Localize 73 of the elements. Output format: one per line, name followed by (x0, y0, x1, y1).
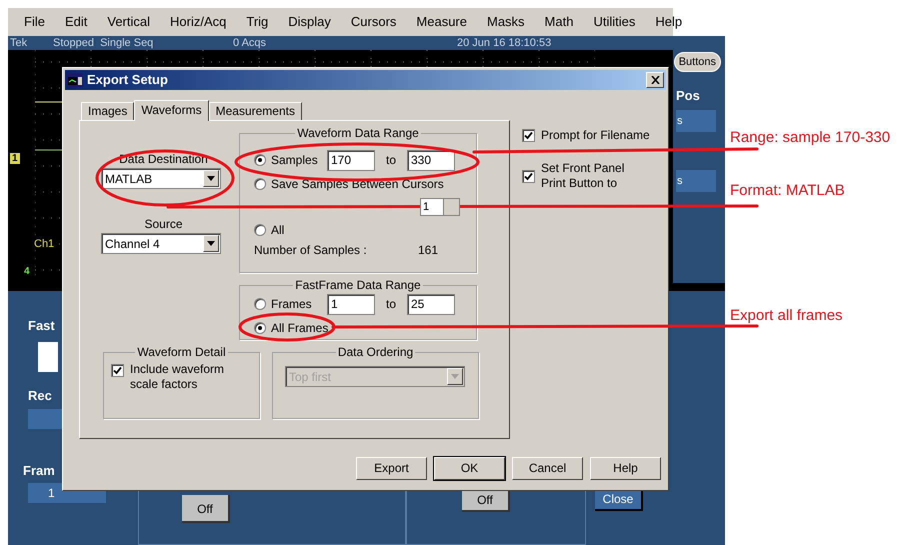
input-field[interactable]: 1 (327, 294, 375, 314)
group-title: FastFrame Data Range (294, 278, 422, 292)
field-label: Number of Samples : (254, 242, 367, 259)
dropdown[interactable]: MATLAB (101, 168, 221, 189)
menu-item[interactable]: Vertical (97, 12, 160, 32)
radio-label: All Frames (271, 320, 328, 336)
menu-item[interactable]: File (14, 12, 55, 32)
checkbox-label: Include waveform scale factors (130, 362, 226, 392)
trigger-marker: 1 (10, 153, 20, 164)
dialog-button[interactable]: Cancel (512, 457, 583, 480)
brand-label: Tek (10, 36, 28, 50)
input-field[interactable]: 170 (327, 150, 375, 170)
value-field[interactable]: s (676, 110, 716, 132)
sample-count: 161 (418, 242, 438, 259)
timestamp: 20 Jun 16 18:10:53 (457, 36, 552, 50)
checkbox[interactable] (111, 364, 124, 377)
menu-item[interactable]: Horiz/Acq (160, 12, 236, 32)
menu-item[interactable]: Masks (476, 12, 535, 32)
group-title: Data Ordering (336, 345, 414, 359)
value-field[interactable]: s (676, 170, 716, 192)
menu-item[interactable]: Edit (54, 12, 98, 32)
input-field[interactable]: 330 (407, 150, 455, 170)
off-button[interactable]: Off (182, 495, 230, 523)
tab[interactable]: Waveforms (134, 100, 209, 121)
radio-label: All (271, 222, 284, 238)
app-icon (67, 73, 83, 87)
panel-heading: Pos (676, 87, 700, 105)
radio-label: Samples (271, 152, 319, 169)
group-title: Waveform Detail (136, 345, 227, 359)
field-label: Source (143, 216, 184, 233)
range-separator: to (384, 152, 397, 169)
input-field[interactable]: 25 (407, 294, 455, 314)
radio-label: Frames (271, 296, 313, 313)
radio-button[interactable] (254, 224, 266, 236)
acquisition-state: Stopped Single Seq (53, 36, 154, 50)
menu-item[interactable]: Math (534, 12, 584, 32)
checkbox[interactable] (522, 170, 535, 182)
control-label: Rec (28, 386, 53, 404)
menu-item[interactable]: Cursors (340, 12, 406, 32)
menu-item[interactable]: Measure (406, 12, 477, 32)
radio-button[interactable] (254, 154, 266, 166)
group-title: Waveform Data Range (296, 126, 420, 140)
menu-item[interactable]: Utilities (583, 12, 646, 32)
radio-label: Save Samples Between Cursors (271, 176, 444, 192)
radio-button[interactable] (254, 298, 266, 310)
dropdown[interactable]: Channel 4 (101, 233, 221, 254)
checkbox-label: Prompt for Filename (541, 128, 651, 143)
channel-label: Ch1 (34, 237, 54, 252)
control-label: Fram (23, 462, 56, 480)
checkbox-label: Set Front Panel Print Button to (541, 161, 626, 191)
channel-marker: 4 (24, 265, 30, 279)
radio-button[interactable] (254, 322, 266, 334)
buttons-button[interactable]: Buttons (674, 52, 721, 72)
dialog-button[interactable]: Export (356, 457, 427, 480)
tab[interactable]: Measurements (208, 102, 302, 120)
menu-item[interactable]: Trig (236, 12, 278, 32)
value-field[interactable] (38, 342, 58, 372)
menu-item[interactable]: Display (278, 12, 341, 32)
control-label: Fast (28, 317, 56, 335)
spin-field[interactable]: 1 (420, 198, 460, 216)
dialog-button[interactable]: Help (590, 457, 661, 480)
dialog-button[interactable]: OK (434, 457, 505, 480)
menu-item[interactable]: Help (645, 12, 692, 32)
close-icon[interactable] (646, 72, 664, 88)
callout-label: Export all frames (730, 306, 843, 326)
callout-label: Format: MATLAB (730, 181, 845, 201)
checkbox[interactable] (522, 129, 535, 142)
radio-button[interactable] (254, 178, 266, 190)
acquisition-count: 0 Acqs (233, 36, 268, 50)
window-title: Export Setup (87, 71, 168, 90)
tab[interactable]: Images (81, 102, 134, 120)
callout-label: Range: sample 170-330 (730, 128, 890, 148)
range-separator: to (384, 296, 397, 313)
